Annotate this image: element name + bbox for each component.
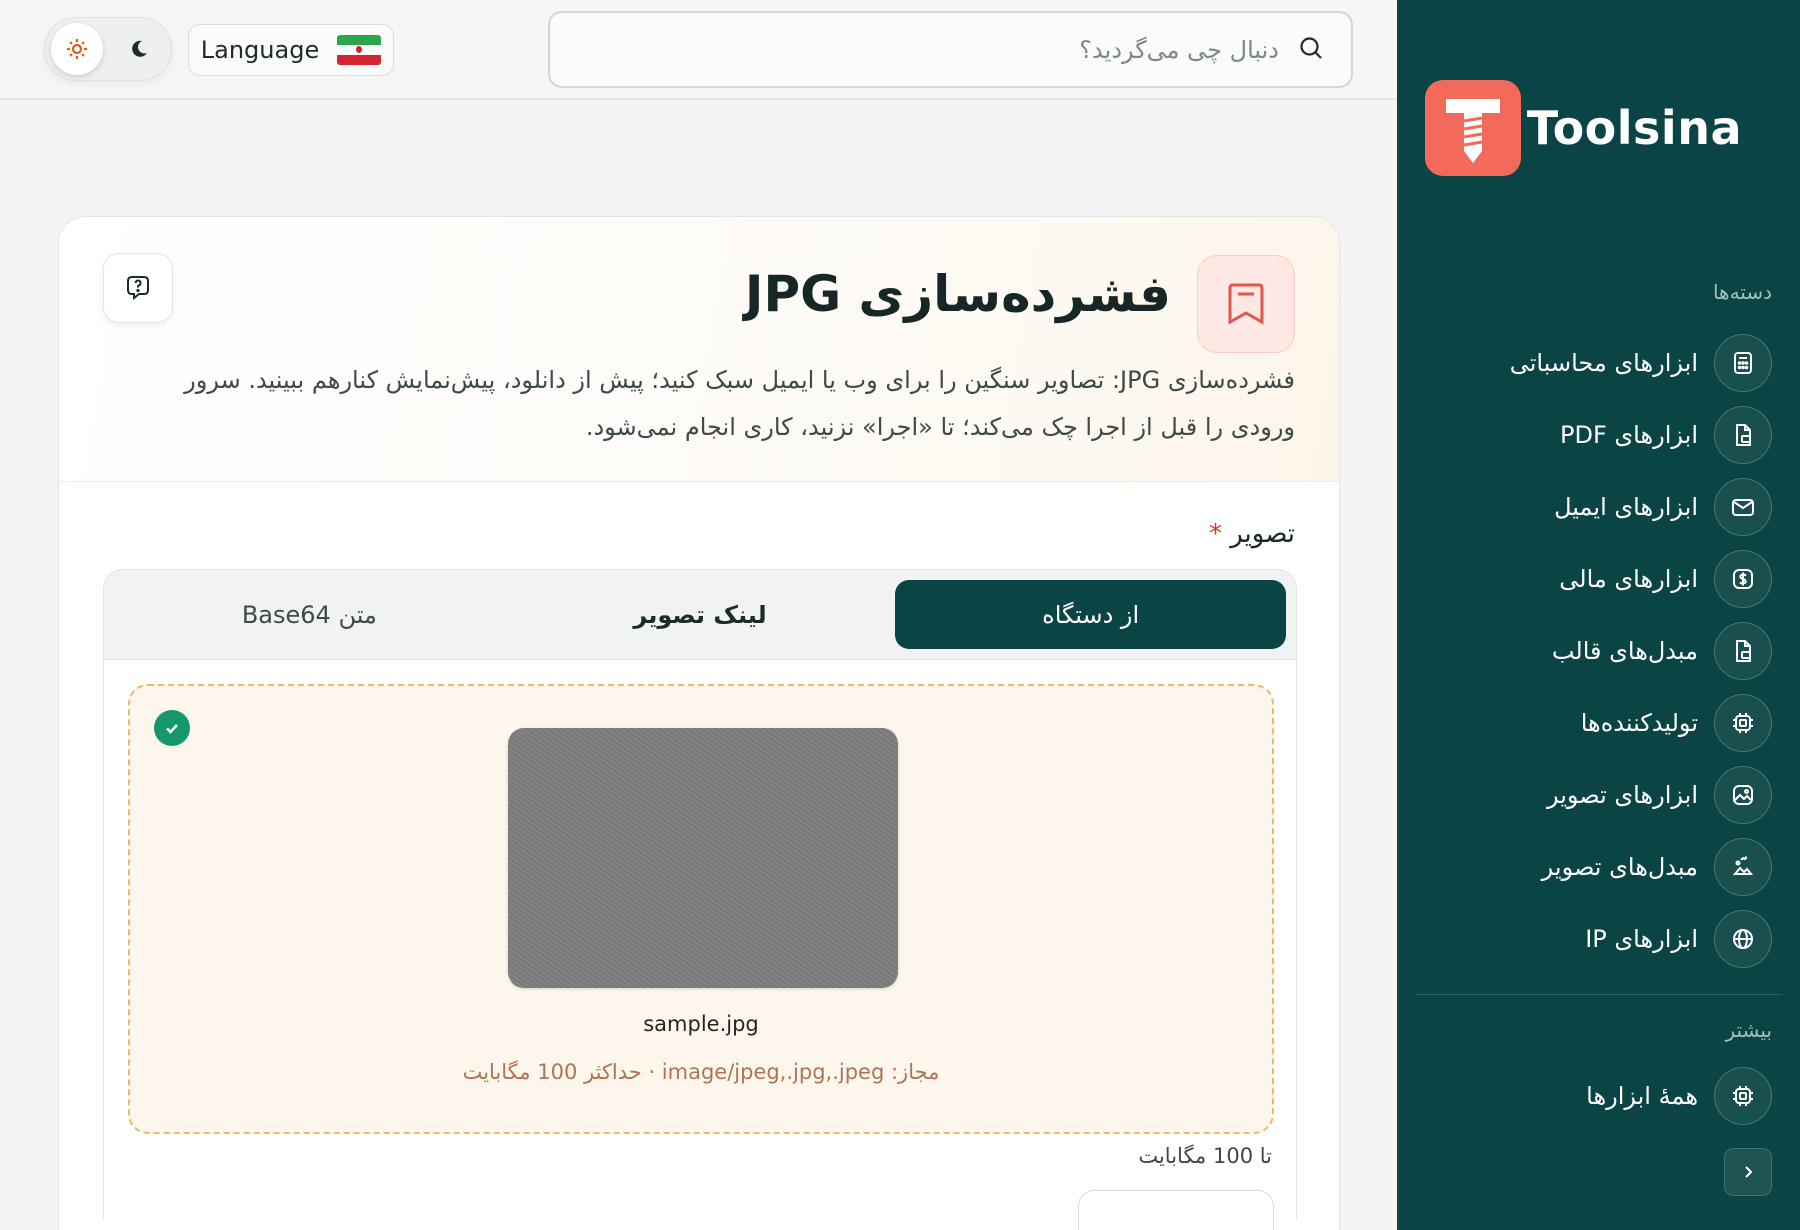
search-box[interactable] <box>548 11 1353 88</box>
sidebar-item-label: ابزارهای PDF <box>1560 421 1698 449</box>
top-header: Language <box>0 0 1397 100</box>
chip-icon <box>1714 694 1772 752</box>
chip-icon <box>1714 1067 1772 1125</box>
categories-list: ابزارهای محاسباتی ابزارهای PDF ابزارهای … <box>1412 334 1772 982</box>
sidebar-item-label: مبدل‌های قالب <box>1551 637 1698 665</box>
check-icon <box>154 710 190 746</box>
sidebar: Toolsina دسته‌ها ابزارهای محاسباتی ابزار… <box>1397 0 1800 1230</box>
required-mark: * <box>1208 519 1222 549</box>
toolsina-logo-icon <box>1424 80 1521 176</box>
sidebar-item-image-converters[interactable]: مبدل‌های تصویر <box>1412 838 1772 896</box>
sidebar-item-ip-tools[interactable]: ابزارهای IP <box>1412 910 1772 968</box>
file-convert-icon <box>1714 622 1772 680</box>
more-title: بیشتر <box>1725 1018 1772 1042</box>
chevron-right-icon <box>1745 1166 1753 1178</box>
search-icon <box>1297 34 1325 66</box>
brand-name: Toolsina <box>1526 101 1742 155</box>
sun-icon[interactable] <box>51 23 103 75</box>
sidebar-item-email[interactable]: ابزارهای ایمیل <box>1412 478 1772 536</box>
dollar-icon <box>1714 550 1772 608</box>
sidebar-collapse-button[interactable] <box>1724 1148 1772 1196</box>
size-limit-note: تا 100 مگابایت <box>1138 1144 1272 1168</box>
page-title: فشرده‌سازی JPG <box>744 265 1171 323</box>
more-list: همهٔ ابزارها <box>1412 1067 1772 1139</box>
page-description: فشرده‌سازی JPG: تصاویر سنگین را برای وب … <box>184 366 1295 441</box>
sidebar-item-all-tools[interactable]: همهٔ ابزارها <box>1412 1067 1772 1125</box>
image-icon <box>1714 766 1772 824</box>
image-field-label-text: تصویر <box>1230 519 1295 549</box>
language-label: Language <box>200 36 320 64</box>
bookmark-icon <box>1197 255 1295 353</box>
calculator-icon <box>1714 334 1772 392</box>
sidebar-item-label: همهٔ ابزارها <box>1586 1082 1698 1110</box>
categories-title: دسته‌ها <box>1712 280 1772 304</box>
moon-icon[interactable] <box>113 23 165 75</box>
language-button[interactable]: Language <box>188 24 394 76</box>
help-chat-icon <box>127 276 149 301</box>
theme-toggle[interactable] <box>44 17 172 81</box>
brand[interactable]: Toolsina <box>1424 80 1742 176</box>
sidebar-divider <box>1416 994 1782 995</box>
file-name: sample.jpg <box>643 1012 759 1036</box>
sidebar-item-label: ابزارهای مالی <box>1559 565 1698 593</box>
mail-icon <box>1714 478 1772 536</box>
sidebar-item-label: ابزارهای ایمیل <box>1554 493 1698 521</box>
sidebar-item-label: ابزارهای تصویر <box>1546 781 1698 809</box>
tab-base64-text[interactable]: متن Base64 <box>114 580 505 649</box>
sidebar-item-finance[interactable]: ابزارهای مالی <box>1412 550 1772 608</box>
sidebar-item-format-converters[interactable]: مبدل‌های قالب <box>1412 622 1772 680</box>
sidebar-item-calculation[interactable]: ابزارهای محاسباتی <box>1412 334 1772 392</box>
search-input[interactable] <box>579 35 1279 64</box>
globe-icon <box>1714 910 1772 968</box>
help-button[interactable] <box>103 253 173 323</box>
pdf-file-icon <box>1714 406 1772 464</box>
sidebar-item-label: تولیدکننده‌ها <box>1580 709 1698 737</box>
sidebar-item-label: مبدل‌های تصویر <box>1541 853 1698 881</box>
image-convert-icon <box>1714 838 1772 896</box>
sidebar-item-generators[interactable]: تولیدکننده‌ها <box>1412 694 1772 752</box>
sidebar-item-image-tools[interactable]: ابزارهای تصویر <box>1412 766 1772 824</box>
action-button[interactable] <box>1078 1190 1274 1230</box>
sidebar-item-pdf[interactable]: ابزارهای PDF <box>1412 406 1772 464</box>
sidebar-item-label: ابزارهای IP <box>1585 925 1698 953</box>
tab-panel: sample.jpg مجاز: image/jpeg,.jpg,.jpeg ·… <box>103 659 1297 1230</box>
tool-card: فشرده‌سازی JPG فشرده‌سازی JPG: تصاویر سن… <box>58 216 1340 1230</box>
allowed-formats-text: مجاز: image/jpeg,.jpg,.jpeg · حداکثر 100… <box>462 1060 940 1084</box>
file-dropzone[interactable]: sample.jpg مجاز: image/jpeg,.jpg,.jpeg ·… <box>128 684 1274 1134</box>
image-field-label: تصویر * <box>1209 519 1295 549</box>
tool-header: فشرده‌سازی JPG فشرده‌سازی JPG: تصاویر سن… <box>59 217 1339 482</box>
image-preview <box>508 728 898 988</box>
tab-from-device[interactable]: از دستگاه <box>895 580 1286 649</box>
input-source-tabs: از دستگاه لینک تصویر متن Base64 <box>103 569 1297 659</box>
iran-flag-icon <box>337 35 382 65</box>
sidebar-item-label: ابزارهای محاسباتی <box>1509 349 1698 377</box>
tab-image-link[interactable]: لینک تصویر <box>505 580 896 649</box>
